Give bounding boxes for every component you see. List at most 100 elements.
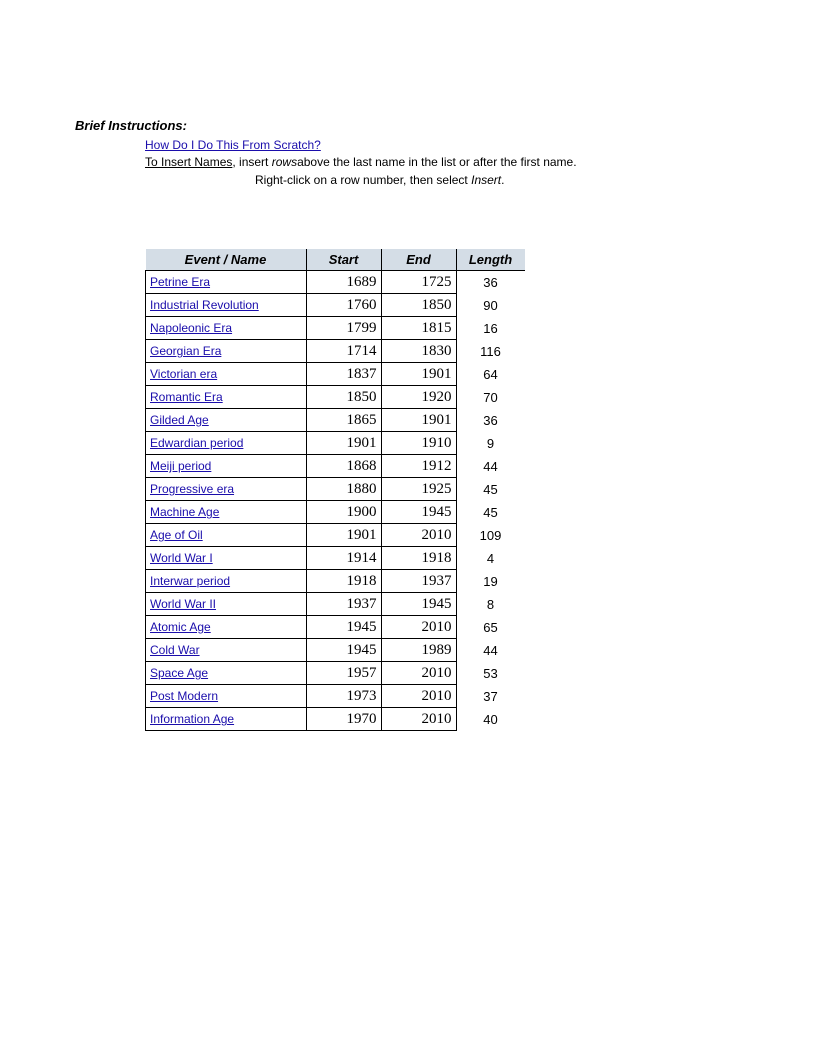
event-name-cell: Machine Age bbox=[146, 501, 307, 524]
length-cell: 16 bbox=[456, 317, 525, 340]
event-link[interactable]: Industrial Revolution bbox=[150, 298, 259, 312]
rows-italic: rows bbox=[272, 155, 297, 169]
end-cell: 2010 bbox=[381, 685, 456, 708]
end-cell: 1725 bbox=[381, 271, 456, 294]
event-link[interactable]: Romantic Era bbox=[150, 390, 223, 404]
end-cell: 1989 bbox=[381, 639, 456, 662]
end-cell: 2010 bbox=[381, 662, 456, 685]
start-cell: 1900 bbox=[306, 501, 381, 524]
col-header-name: Event / Name bbox=[146, 249, 307, 271]
event-link[interactable]: Meiji period bbox=[150, 459, 211, 473]
length-cell: 36 bbox=[456, 271, 525, 294]
event-name-cell: Space Age bbox=[146, 662, 307, 685]
insert-italic: Insert bbox=[471, 173, 501, 187]
length-cell: 109 bbox=[456, 524, 525, 547]
event-name-cell: World War II bbox=[146, 593, 307, 616]
col-header-end: End bbox=[381, 249, 456, 271]
event-link[interactable]: Georgian Era bbox=[150, 344, 221, 358]
col-header-length: Length bbox=[456, 249, 525, 271]
start-cell: 1865 bbox=[306, 409, 381, 432]
length-cell: 53 bbox=[456, 662, 525, 685]
instructions-block: How Do I Do This From Scratch? To Insert… bbox=[75, 137, 817, 189]
length-cell: 44 bbox=[456, 455, 525, 478]
length-cell: 36 bbox=[456, 409, 525, 432]
event-name-cell: Victorian era bbox=[146, 363, 307, 386]
end-cell: 1945 bbox=[381, 501, 456, 524]
event-link[interactable]: Progressive era bbox=[150, 482, 234, 496]
instr-text: , insert bbox=[232, 155, 271, 169]
end-cell: 1901 bbox=[381, 409, 456, 432]
end-cell: 1945 bbox=[381, 593, 456, 616]
table-row: World War II193719458 bbox=[146, 593, 525, 616]
table-row: Progressive era1880192545 bbox=[146, 478, 525, 501]
table-row: World War I191419184 bbox=[146, 547, 525, 570]
length-cell: 45 bbox=[456, 478, 525, 501]
start-cell: 1714 bbox=[306, 340, 381, 363]
start-cell: 1868 bbox=[306, 455, 381, 478]
event-link[interactable]: World War I bbox=[150, 551, 213, 565]
event-link[interactable]: Edwardian period bbox=[150, 436, 243, 450]
event-link[interactable]: Machine Age bbox=[150, 505, 219, 519]
instr-text: above the last name in the list or after… bbox=[297, 155, 576, 169]
event-name-cell: Napoleonic Era bbox=[146, 317, 307, 340]
table-row: Edwardian period190119109 bbox=[146, 432, 525, 455]
event-link[interactable]: Age of Oil bbox=[150, 528, 203, 542]
event-name-cell: Information Age bbox=[146, 708, 307, 731]
length-cell: 70 bbox=[456, 386, 525, 409]
event-name-cell: Progressive era bbox=[146, 478, 307, 501]
table-row: Cold War1945198944 bbox=[146, 639, 525, 662]
event-link[interactable]: Space Age bbox=[150, 666, 208, 680]
table-row: Gilded Age 1865190136 bbox=[146, 409, 525, 432]
table-row: Petrine Era1689172536 bbox=[146, 271, 525, 294]
table-row: Interwar period1918193719 bbox=[146, 570, 525, 593]
table-row: Georgian Era17141830116 bbox=[146, 340, 525, 363]
start-cell: 1799 bbox=[306, 317, 381, 340]
length-cell: 40 bbox=[456, 708, 525, 731]
start-cell: 1973 bbox=[306, 685, 381, 708]
end-cell: 2010 bbox=[381, 708, 456, 731]
event-name-cell: Edwardian period bbox=[146, 432, 307, 455]
length-cell: 116 bbox=[456, 340, 525, 363]
length-cell: 45 bbox=[456, 501, 525, 524]
end-cell: 2010 bbox=[381, 524, 456, 547]
event-link[interactable]: Atomic Age bbox=[150, 620, 211, 634]
start-cell: 1837 bbox=[306, 363, 381, 386]
event-link[interactable]: Petrine Era bbox=[150, 275, 210, 289]
end-cell: 1918 bbox=[381, 547, 456, 570]
end-cell: 1815 bbox=[381, 317, 456, 340]
table-row: Industrial Revolution1760185090 bbox=[146, 294, 525, 317]
event-link[interactable]: Information Age bbox=[150, 712, 234, 726]
instr-text: . bbox=[501, 173, 504, 187]
event-link[interactable]: Victorian era bbox=[150, 367, 217, 381]
table-row: Romantic Era1850192070 bbox=[146, 386, 525, 409]
table-row: Space Age 1957201053 bbox=[146, 662, 525, 685]
start-cell: 1880 bbox=[306, 478, 381, 501]
table-row: Post Modern1973201037 bbox=[146, 685, 525, 708]
event-name-cell: Romantic Era bbox=[146, 386, 307, 409]
event-link[interactable]: Cold War bbox=[150, 643, 200, 657]
instr-text: Right-click on a row number, then select bbox=[255, 173, 471, 187]
table-row: Age of Oil 19012010109 bbox=[146, 524, 525, 547]
start-cell: 1901 bbox=[306, 524, 381, 547]
event-name-cell: Age of Oil bbox=[146, 524, 307, 547]
event-link[interactable]: World War II bbox=[150, 597, 216, 611]
event-name-cell: Interwar period bbox=[146, 570, 307, 593]
event-link[interactable]: Gilded Age bbox=[150, 413, 209, 427]
table-row: Meiji period1868191244 bbox=[146, 455, 525, 478]
table-row: Atomic Age1945201065 bbox=[146, 616, 525, 639]
length-cell: 19 bbox=[456, 570, 525, 593]
start-cell: 1970 bbox=[306, 708, 381, 731]
col-header-start: Start bbox=[306, 249, 381, 271]
event-name-cell: Cold War bbox=[146, 639, 307, 662]
event-link[interactable]: Napoleonic Era bbox=[150, 321, 232, 335]
length-cell: 65 bbox=[456, 616, 525, 639]
length-cell: 4 bbox=[456, 547, 525, 570]
event-link[interactable]: Post Modern bbox=[150, 689, 218, 703]
start-cell: 1901 bbox=[306, 432, 381, 455]
end-cell: 1937 bbox=[381, 570, 456, 593]
event-link[interactable]: Interwar period bbox=[150, 574, 230, 588]
start-cell: 1957 bbox=[306, 662, 381, 685]
end-cell: 2010 bbox=[381, 616, 456, 639]
scratch-link[interactable]: How Do I Do This From Scratch? bbox=[145, 138, 321, 152]
event-name-cell: World War I bbox=[146, 547, 307, 570]
